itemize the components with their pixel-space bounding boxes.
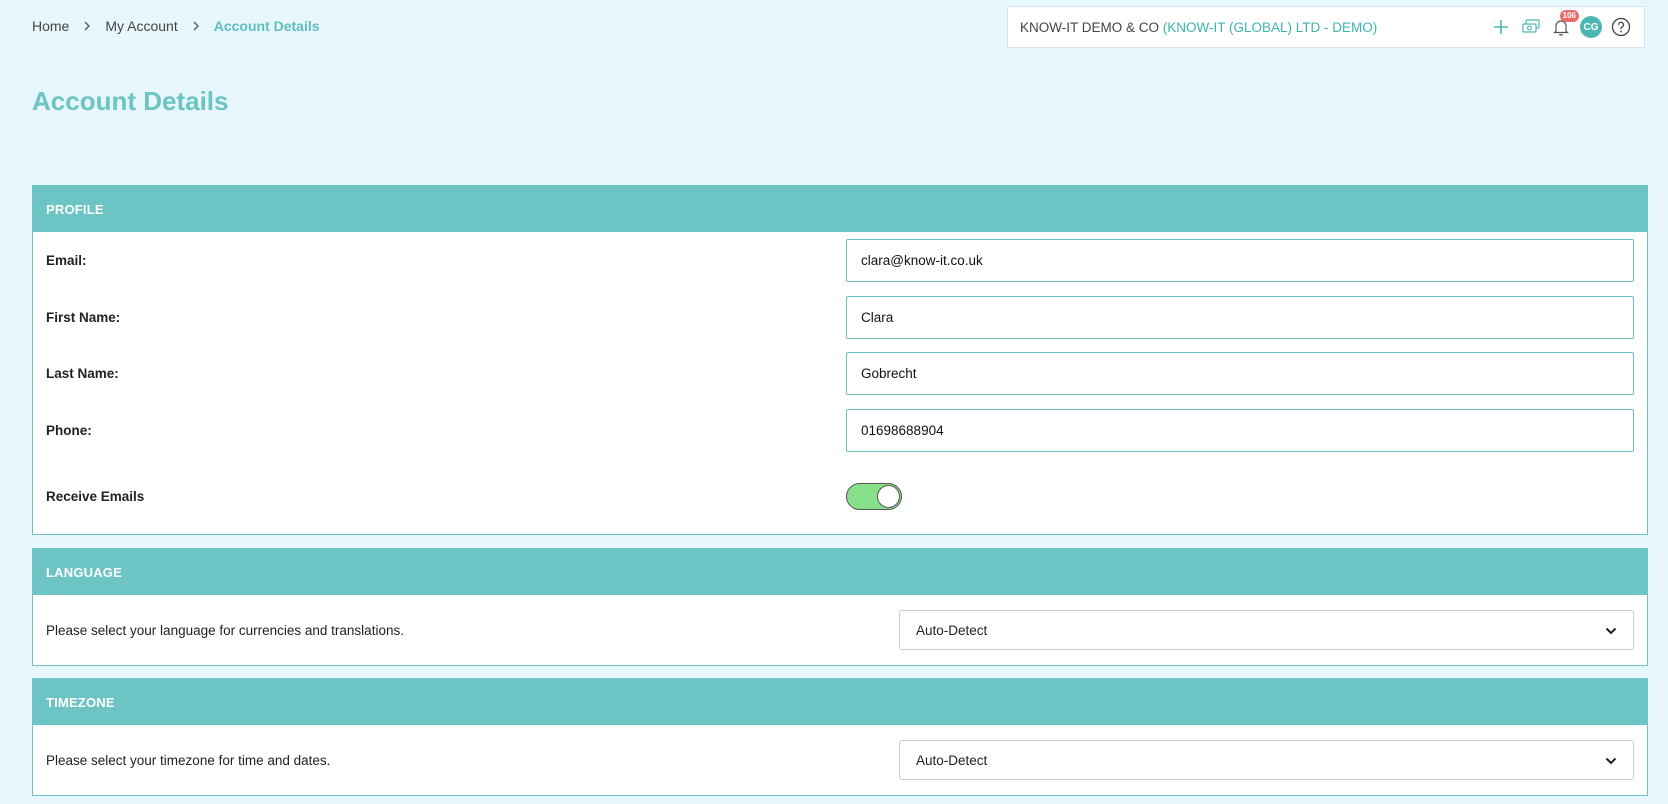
timezone-row: Please select your timezone for time and…	[33, 725, 1647, 795]
receive-emails-row: Receive Emails	[33, 458, 1647, 534]
phone-row: Phone:	[33, 402, 1647, 458]
receive-emails-label: Receive Emails	[46, 488, 145, 504]
first-name-field[interactable]	[846, 295, 1634, 339]
chevron-right-icon	[192, 19, 200, 34]
chevron-down-icon	[1605, 753, 1617, 768]
language-header: LANGUAGE	[33, 549, 1647, 595]
last-name-label: Last Name:	[46, 366, 119, 381]
breadcrumb-my-account[interactable]: My Account	[105, 18, 177, 34]
company-org-text: (KNOW-IT (GLOBAL) LTD - DEMO)	[1162, 19, 1378, 35]
language-select[interactable]: Auto-Detect	[899, 610, 1634, 650]
phone-label: Phone:	[46, 422, 92, 438]
first-name-label: First Name:	[46, 309, 121, 325]
timezone-select[interactable]: Auto-Detect	[899, 740, 1634, 780]
language-description: Please select your language for currenci…	[46, 622, 404, 638]
header-icons: 106 CG	[1490, 10, 1632, 38]
avatar[interactable]: CG	[1580, 16, 1602, 38]
chevron-down-icon	[1605, 623, 1617, 638]
help-icon[interactable]	[1610, 16, 1632, 38]
language-row: Please select your language for currenci…	[33, 595, 1647, 665]
profile-header: PROFILE	[33, 186, 1647, 232]
breadcrumb-current: Account Details	[213, 18, 320, 34]
timezone-selected-value: Auto-Detect	[916, 752, 988, 768]
company-name[interactable]: KNOW-IT DEMO & CO (KNOW-IT (GLOBAL) LTD …	[1020, 20, 1377, 35]
language-selected-value: Auto-Detect	[916, 622, 988, 638]
timezone-panel: TIMEZONE Please select your timezone for…	[32, 678, 1648, 796]
timezone-description: Please select your timezone for time and…	[46, 752, 331, 768]
money-icon[interactable]	[1520, 16, 1542, 38]
email-field[interactable]	[846, 239, 1634, 282]
bell-icon[interactable]: 106	[1550, 10, 1579, 38]
first-name-row: First Name:	[33, 289, 1647, 345]
language-panel: LANGUAGE Please select your language for…	[32, 548, 1648, 666]
timezone-header: TIMEZONE	[33, 679, 1647, 725]
breadcrumb-home[interactable]: Home	[32, 18, 69, 34]
company-bar: KNOW-IT DEMO & CO (KNOW-IT (GLOBAL) LTD …	[1007, 6, 1645, 48]
receive-emails-toggle[interactable]	[846, 482, 902, 510]
company-name-text: KNOW-IT DEMO & CO	[1020, 19, 1160, 35]
breadcrumb: Home My Account Account Details	[32, 18, 320, 34]
phone-field[interactable]	[846, 408, 1634, 452]
email-row: Email:	[33, 232, 1647, 289]
plus-icon[interactable]	[1490, 16, 1512, 38]
chevron-right-icon	[83, 19, 91, 34]
last-name-field[interactable]	[846, 352, 1634, 395]
email-label: Email:	[46, 253, 87, 268]
toggle-knob	[877, 484, 900, 508]
last-name-row: Last Name:	[33, 345, 1647, 402]
notification-badge: 106	[1559, 10, 1579, 22]
page-title: Account Details	[32, 86, 229, 116]
profile-panel: PROFILE Email: First Name: Last Name: Ph…	[32, 185, 1648, 535]
